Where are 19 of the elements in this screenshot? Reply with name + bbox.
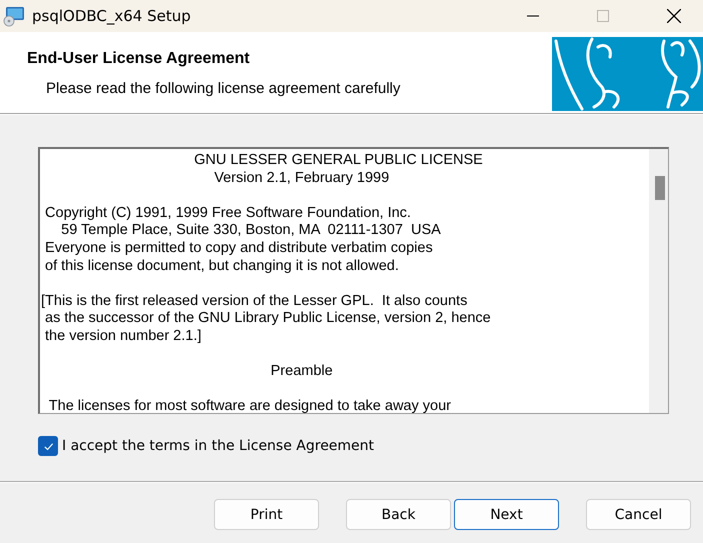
dialog-button[interactable]: Print xyxy=(214,499,319,530)
header-subtitle: Please read the following license agreement carefully xyxy=(45,80,402,97)
setup-app-icon xyxy=(3,5,25,27)
license-paragraph: Copyright (C) 1991, 1999 Free Software Foundation, Inc. 59 Temple Place, Suite 330, Boston, MA 02111-1307 USA Everyone is permitted to copy and distribute verbatim copies of this license document, but changing it is not allowed. xyxy=(44,204,442,276)
dialog-button[interactable]: Cancel xyxy=(586,499,691,530)
dialog-button[interactable]: Next xyxy=(454,499,559,530)
dialog-button[interactable]: Back xyxy=(346,499,451,530)
license-paragraph: GNU LESSER GENERAL PUBLIC LICENSE Version 2.1, February 1999 xyxy=(193,152,484,188)
license-paragraph: [This is the first released version of the Lesser GPL. It also counts as the successor of the GNU Library Public License, version 2, hence the version number 2.1.] xyxy=(41,292,492,346)
window-title: psqlODBC_x64 Setup xyxy=(32,7,191,25)
license-text-area[interactable] xyxy=(38,147,669,414)
header-title: End-User License Agreement xyxy=(27,50,251,68)
close-icon[interactable] xyxy=(667,9,681,23)
checkmark-icon xyxy=(42,440,54,452)
license-paragraph: Preamble xyxy=(270,363,334,381)
scrollbar[interactable] xyxy=(649,149,668,413)
license-paragraph: The licenses for most software are designed to take away your xyxy=(48,398,452,413)
accept-label[interactable]: I accept the terms in the License Agreement xyxy=(62,438,374,454)
accept-checkbox[interactable] xyxy=(38,436,58,456)
